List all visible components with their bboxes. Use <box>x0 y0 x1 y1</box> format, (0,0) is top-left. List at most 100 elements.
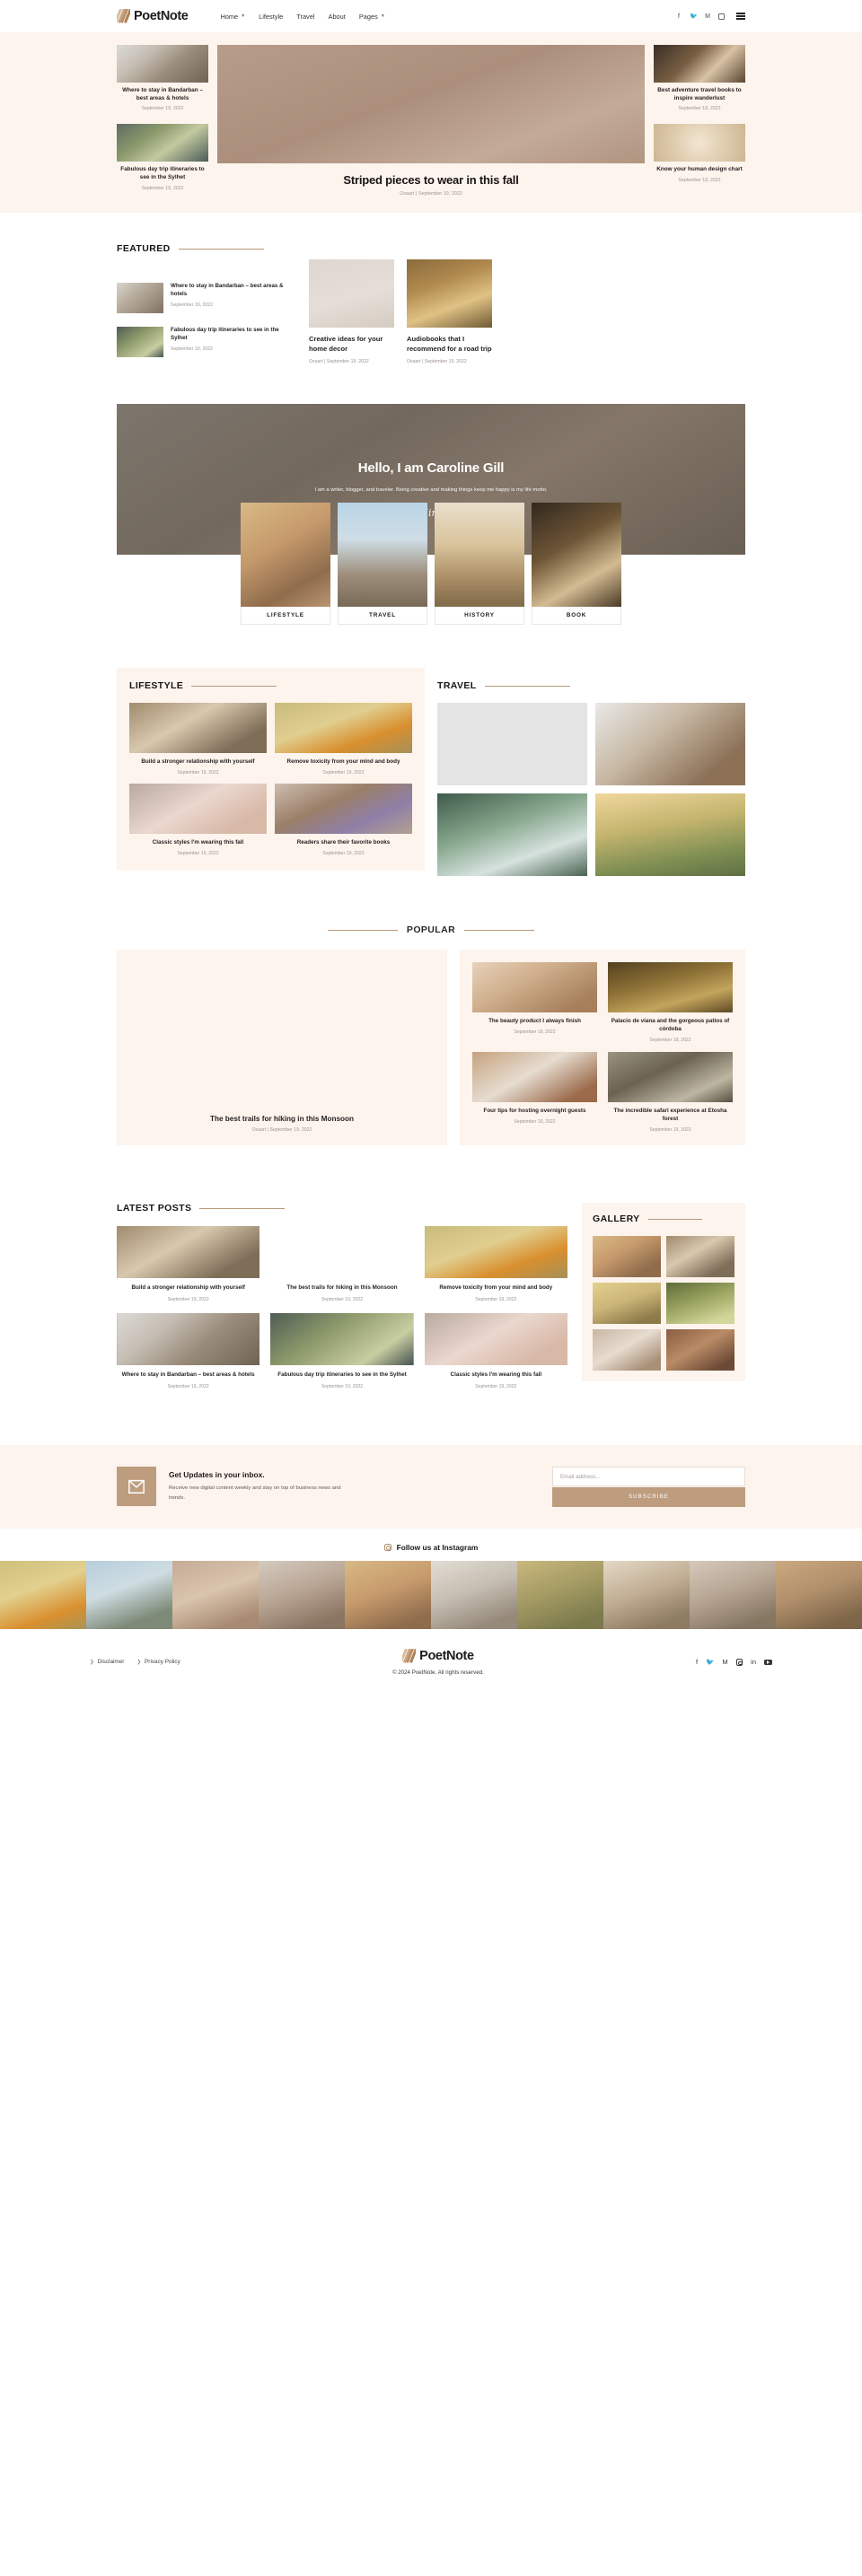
post-title: Build a stronger relationship with yours… <box>141 758 255 766</box>
post-date: September 19, 2022 <box>322 770 365 776</box>
featured-card[interactable]: Audiobooks that I recommend for a road t… <box>407 259 492 364</box>
hero-card[interactable]: Where to stay in Bandarban – best areas … <box>117 45 208 111</box>
post-title: Remove toxicity from your mind and body <box>439 1284 553 1292</box>
travel-image[interactable] <box>595 793 745 877</box>
post-card[interactable]: Fabulous day trip itineraries to see in … <box>270 1313 414 1389</box>
instagram-image[interactable] <box>345 1560 431 1629</box>
facebook-icon[interactable]: f <box>675 13 682 20</box>
linkedin-icon[interactable]: in <box>751 1658 756 1666</box>
twitter-icon[interactable]: 🐦 <box>690 13 698 20</box>
post-date: September 19, 2022 <box>649 1126 691 1133</box>
post-card[interactable]: Build a stronger relationship with yours… <box>117 1226 260 1302</box>
author-title: Hello, I am Caroline Gill <box>357 460 505 476</box>
logo-mark-icon <box>402 1648 417 1663</box>
instagram-image[interactable] <box>776 1560 862 1629</box>
instagram-image[interactable] <box>431 1560 517 1629</box>
post-card[interactable]: The incredible safari experience at Etos… <box>608 1051 733 1133</box>
popular-feature-card[interactable]: The best trails for hiking in this Monso… <box>117 950 447 1146</box>
post-card[interactable]: Palacio de viana and the gorgeous patios… <box>608 962 733 1043</box>
medium-icon[interactable]: M <box>722 1658 727 1666</box>
post-thumbnail <box>117 283 163 313</box>
post-card[interactable]: Readers share their favorite books Septe… <box>275 784 412 856</box>
instagram-image[interactable] <box>0 1560 86 1629</box>
youtube-icon[interactable] <box>764 1659 772 1666</box>
hero-featured-post[interactable]: Striped pieces to wear in this fall Oxaa… <box>217 45 645 197</box>
footer-logo[interactable]: PoetNote <box>402 1648 474 1663</box>
instagram-image[interactable] <box>690 1560 776 1629</box>
footer-link-disclaimer[interactable]: ❯ Disclaimer <box>90 1659 124 1665</box>
post-card[interactable]: Where to stay in Bandarban – best areas … <box>117 1313 260 1389</box>
instagram-icon[interactable] <box>735 1659 743 1666</box>
post-title: The incredible safari experience at Etos… <box>613 1107 727 1122</box>
post-card[interactable]: The beauty product I always finish Septe… <box>472 962 597 1043</box>
gallery-image[interactable] <box>593 1236 661 1278</box>
gallery-image[interactable] <box>666 1283 734 1325</box>
nav-label: About <box>328 12 346 21</box>
section-title: TRAVEL <box>437 680 477 692</box>
nav-item-home[interactable]: Home ▼ <box>220 13 245 21</box>
post-card[interactable]: Remove toxicity from your mind and body … <box>275 703 412 775</box>
instagram-image[interactable] <box>86 1560 172 1629</box>
post-card[interactable]: Remove toxicity from your mind and body … <box>424 1226 567 1302</box>
twitter-icon[interactable]: 🐦 <box>706 1658 714 1666</box>
site-logo[interactable]: PoetNote <box>117 9 189 23</box>
hero-card[interactable]: Best adventure travel books to inspire w… <box>654 45 745 111</box>
category-card-lifestyle[interactable]: LIFESTYLE <box>241 503 330 626</box>
gallery-image[interactable] <box>593 1329 661 1371</box>
category-card-travel[interactable]: TRAVEL <box>338 503 427 626</box>
medium-icon[interactable]: M <box>704 13 711 20</box>
newsletter-description: Receive new digital content weekly and s… <box>169 1485 341 1501</box>
post-thumbnail <box>117 1313 260 1366</box>
hamburger-menu-icon[interactable] <box>736 13 745 20</box>
instagram-image[interactable] <box>517 1560 603 1629</box>
nav-item-lifestyle[interactable]: Lifestyle <box>259 13 283 21</box>
list-item[interactable]: Where to stay in Bandarban – best areas … <box>117 283 296 313</box>
post-date: September 19, 2022 <box>177 770 219 776</box>
latest-gallery-section: LATEST POSTS Build a stronger relationsh… <box>117 1203 745 1389</box>
post-thumbnail <box>407 259 492 328</box>
nav-item-travel[interactable]: Travel <box>296 13 314 21</box>
instagram-image[interactable] <box>172 1560 259 1629</box>
travel-image[interactable] <box>595 703 745 786</box>
hero-card[interactable]: Know your human design chart September 1… <box>654 124 745 183</box>
featured-card[interactable]: Creative ideas for your home decor Oxaar… <box>309 259 394 364</box>
travel-column: TRAVEL <box>437 668 745 877</box>
nav-item-about[interactable]: About <box>329 13 346 21</box>
gallery-image[interactable] <box>593 1283 661 1325</box>
instagram-image[interactable] <box>603 1560 690 1629</box>
category-card-history[interactable]: HISTORY <box>435 503 524 626</box>
gallery-image[interactable] <box>666 1236 734 1278</box>
travel-image[interactable] <box>437 793 587 877</box>
latest-heading: LATEST POSTS <box>117 1203 567 1214</box>
instagram-icon[interactable] <box>718 13 725 20</box>
post-card[interactable]: Four tips for hosting overnight guests S… <box>472 1051 597 1133</box>
instagram-icon <box>383 1543 391 1551</box>
post-card[interactable]: Classic styles I'm wearing this fall Sep… <box>424 1313 567 1389</box>
post-date: September 19, 2022 <box>514 1030 556 1036</box>
newsletter-title: Get Updates in your inbox. <box>169 1469 265 1479</box>
footer-social-links: f 🐦 M in <box>696 1658 772 1666</box>
gallery-image[interactable] <box>666 1329 734 1371</box>
travel-image[interactable] <box>437 703 587 786</box>
nav-label: Pages <box>358 12 378 21</box>
post-thumbnail <box>424 1313 567 1366</box>
footer-link-privacy-policy[interactable]: ❯ Privacy Policy <box>136 1659 180 1665</box>
email-input[interactable] <box>552 1467 745 1487</box>
facebook-icon[interactable]: f <box>696 1658 698 1666</box>
featured-list: Where to stay in Bandarban – best areas … <box>117 259 296 364</box>
post-thumbnail <box>129 784 267 835</box>
subscribe-button[interactable]: SUBSCRIBE <box>552 1486 745 1507</box>
category-card-book[interactable]: BOOK <box>532 503 621 626</box>
post-card[interactable]: Classic styles I'm wearing this fall Sep… <box>129 784 267 856</box>
list-item[interactable]: Fabulous day trip itineraries to see in … <box>117 327 296 357</box>
hero-card[interactable]: Fabulous day trip itineraries to see in … <box>117 124 208 191</box>
instagram-image[interactable] <box>259 1560 345 1629</box>
post-card[interactable]: Build a stronger relationship with yours… <box>129 703 267 775</box>
nav-item-pages[interactable]: Pages ▼ <box>359 13 385 21</box>
lifestyle-heading: LIFESTYLE <box>129 680 412 691</box>
footer-links: ❯ Disclaimer ❯ Privacy Policy <box>90 1659 180 1665</box>
divider <box>464 929 535 931</box>
post-title: Where to stay in Bandarban – best areas … <box>121 1371 255 1379</box>
lifestyle-posts: Build a stronger relationship with yours… <box>129 703 412 856</box>
post-card[interactable]: The best trails for hiking in this Monso… <box>270 1226 414 1302</box>
